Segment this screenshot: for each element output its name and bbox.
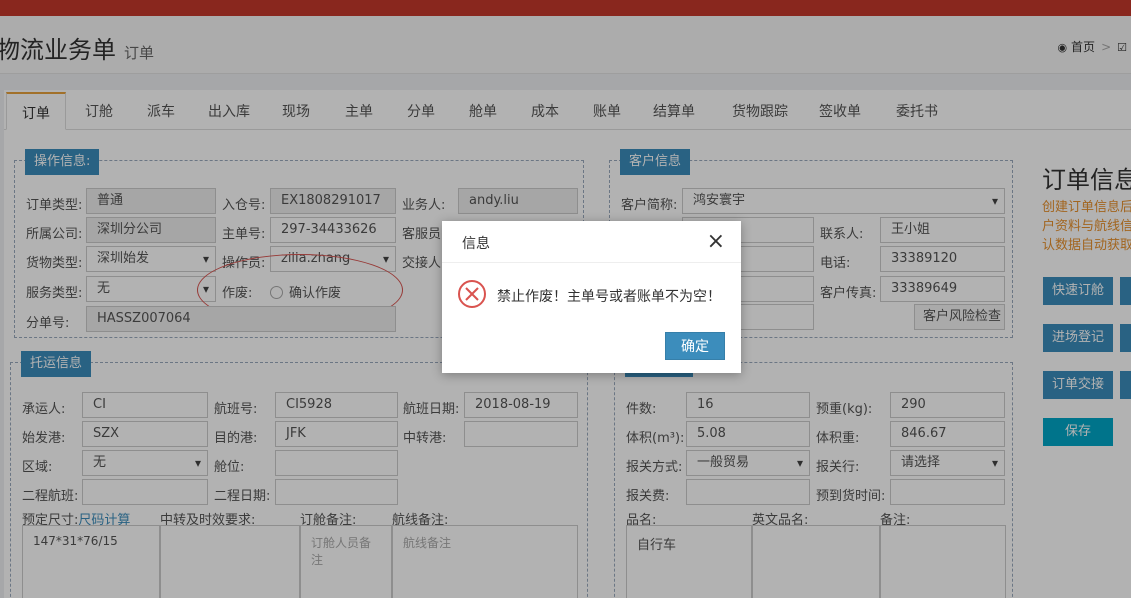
dialog-title: 信息	[462, 236, 490, 252]
error-icon	[458, 280, 486, 308]
dialog-message: 禁止作废！主单号或者账单不为空！	[497, 289, 721, 305]
close-icon[interactable]: ×	[707, 229, 725, 254]
dialog-header: 信息 ×	[442, 221, 741, 263]
info-dialog: 信息 × 禁止作废！主单号或者账单不为空！ 确定	[442, 221, 741, 373]
confirm-button[interactable]: 确定	[665, 332, 725, 360]
